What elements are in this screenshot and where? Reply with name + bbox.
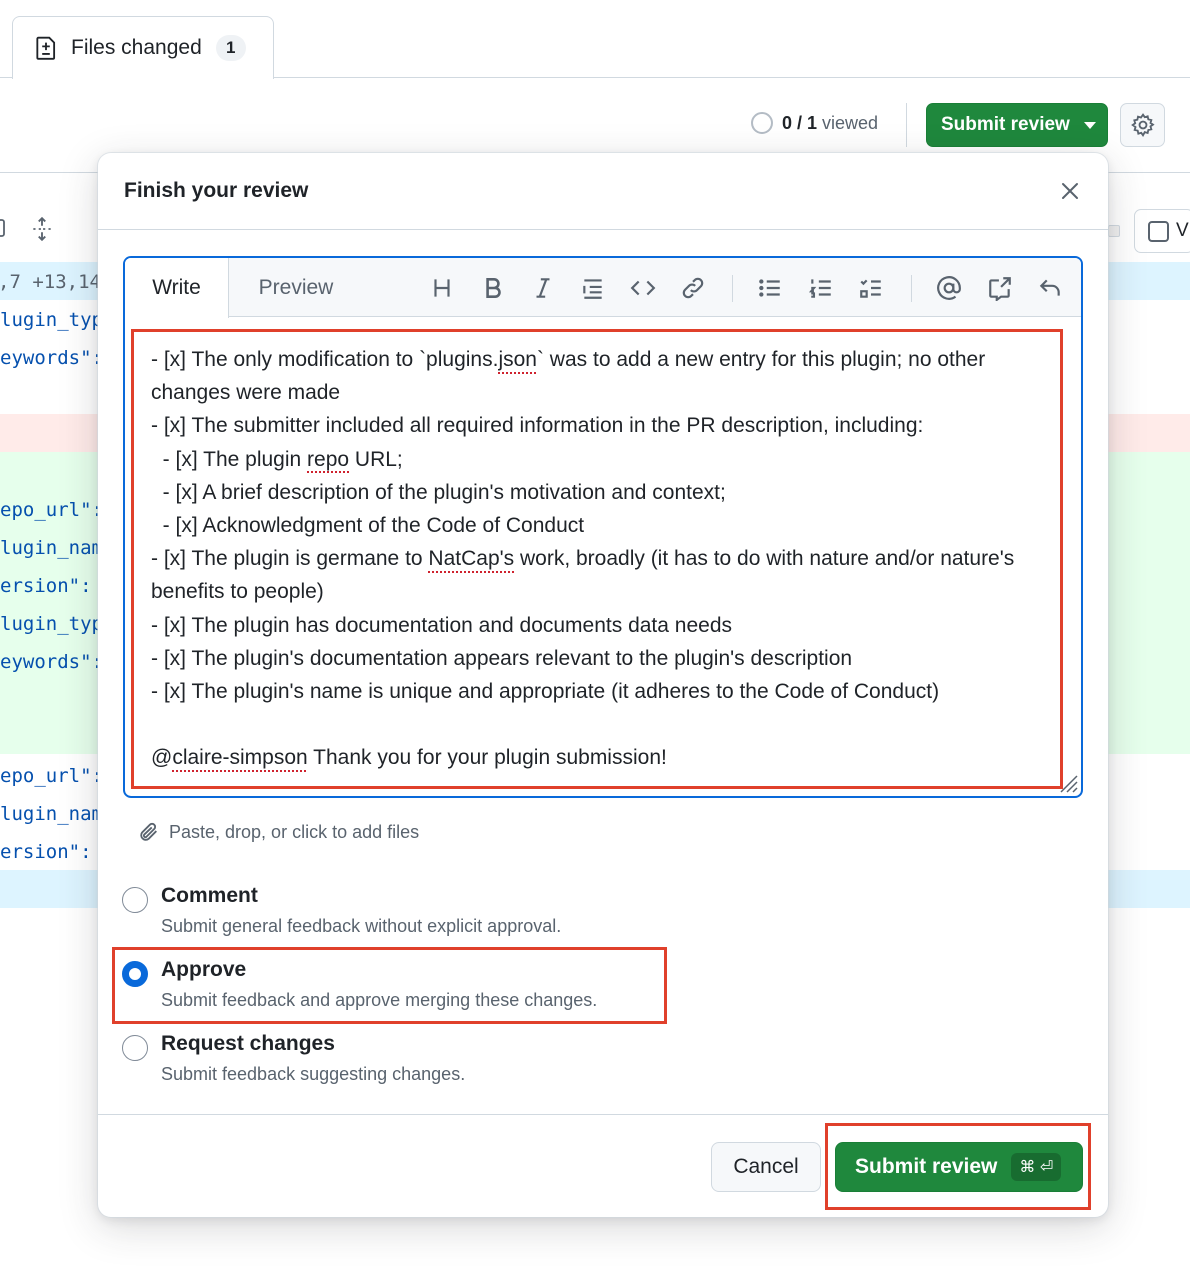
code-button[interactable]	[628, 273, 658, 303]
code-icon	[630, 280, 656, 296]
diff-line-text: lugin_nam	[0, 537, 103, 559]
diff-line-text: ersion":	[0, 575, 92, 597]
mention-icon	[937, 276, 961, 300]
viewed-progress[interactable]: 0 / 1 viewed	[751, 112, 878, 134]
diff-line-text: eywords":	[0, 347, 103, 369]
radio-request-changes[interactable]	[122, 1035, 148, 1061]
pr-tab-bar: Files changed 1	[0, 0, 1190, 79]
tab-preview[interactable]: Preview	[229, 258, 363, 318]
task-list-button[interactable]	[856, 273, 886, 303]
quote-button[interactable]	[578, 273, 608, 303]
caret-down-icon	[1083, 121, 1096, 129]
gear-icon	[1130, 113, 1155, 138]
resize-grip-icon[interactable]	[1056, 771, 1078, 793]
option-approve[interactable]: Approve Submit feedback and approve merg…	[122, 958, 597, 1011]
keyboard-shortcut-hint: ⌘ ⏎	[1011, 1153, 1062, 1181]
diff-line-text: lugin_typ	[0, 613, 103, 635]
viewed-label: viewed	[822, 112, 879, 133]
option-approve-label: Approve	[161, 958, 247, 981]
link-button[interactable]	[678, 273, 708, 303]
heading-icon	[434, 279, 450, 297]
option-request-changes-desc: Submit feedback suggesting changes.	[161, 1064, 466, 1084]
spellcheck-word: NatCap's	[428, 547, 515, 571]
diff-line-text: eywords":	[0, 651, 103, 673]
option-comment[interactable]: Comment Submit general feedback without …	[122, 884, 561, 937]
bold-button[interactable]	[478, 273, 508, 303]
italic-icon	[536, 278, 550, 298]
option-approve-desc: Submit feedback and approve merging thes…	[161, 990, 598, 1010]
toolbar-separator	[911, 275, 912, 302]
reference-button[interactable]	[985, 273, 1015, 303]
diff-line-text: lugin_typ	[0, 309, 103, 331]
undo-icon	[1039, 279, 1060, 296]
unordered-list-button[interactable]	[755, 273, 785, 303]
spellcheck-word: json	[498, 348, 537, 371]
option-request-changes[interactable]: Request changes Submit feedback suggesti…	[122, 1032, 465, 1085]
text-run: Thank you for your plugin submission!	[307, 746, 667, 770]
hunk-range: ,7 +13,14	[0, 271, 101, 293]
heading-button[interactable]	[427, 273, 457, 303]
option-request-changes-label: Request changes	[161, 1032, 335, 1055]
finish-review-dialog: Finish your review Write Preview - [x] T…	[98, 153, 1108, 1217]
diff-line-text: lugin_nam	[0, 803, 103, 825]
tab-files-changed-count: 1	[215, 35, 246, 61]
link-icon	[682, 277, 704, 299]
submit-review-label: Submit review	[855, 1155, 998, 1178]
editor-toolbar: Write Preview	[125, 258, 1081, 318]
comment-textarea[interactable]: - [x] The only modification to `plugins.…	[125, 318, 1081, 796]
submit-review-dropdown-label: Submit review	[941, 114, 1070, 135]
spellcheck-word: claire-simpson	[172, 746, 308, 770]
toolbar-separator	[732, 275, 733, 302]
viewed-checkbox[interactable]: V	[1134, 209, 1190, 253]
option-comment-label: Comment	[161, 884, 258, 907]
reference-icon	[989, 277, 1011, 301]
unfold-icon[interactable]	[29, 216, 55, 242]
progress-circle-icon	[751, 112, 773, 134]
attach-files-button[interactable]: Paste, drop, or click to add files	[138, 821, 419, 843]
submit-review-button[interactable]: Submit review ⌘ ⏎	[835, 1142, 1083, 1192]
undo-button[interactable]	[1035, 273, 1065, 303]
toolbar-divider	[906, 103, 907, 147]
spellcheck-word: repo	[307, 447, 350, 471]
ordered-list-button[interactable]	[806, 273, 836, 303]
copy-icon[interactable]	[0, 215, 12, 241]
file-diff-icon	[36, 36, 56, 60]
quote-icon	[583, 279, 602, 299]
comment-text[interactable]: - [x] The only modification to `plugins.…	[151, 343, 1051, 775]
diff-line-text: ersion":	[0, 841, 92, 863]
review-comment-editor: Write Preview - [x] The only modificatio…	[123, 256, 1083, 798]
diff-line-text: epo_url":	[0, 765, 103, 787]
x-icon	[1062, 183, 1078, 199]
ordered-list-icon	[808, 279, 831, 298]
viewed-count: 0 / 1	[782, 112, 818, 133]
tab-files-changed-label: Files changed	[71, 36, 202, 59]
unordered-list-icon	[759, 279, 780, 297]
close-dialog-button[interactable]	[1056, 177, 1084, 205]
tab-files-changed[interactable]: Files changed 1	[12, 16, 274, 79]
paperclip-icon	[140, 822, 157, 841]
dialog-footer-divider	[98, 1114, 1108, 1115]
task-list-icon	[860, 279, 881, 298]
viewed-checkbox-label: V	[1176, 220, 1189, 241]
diff-settings-button[interactable]	[1120, 103, 1165, 147]
radio-approve[interactable]	[122, 961, 148, 987]
text-run: work, broadly (it has to do with nature …	[151, 547, 1015, 770]
option-comment-desc: Submit general feedback without explicit…	[161, 916, 562, 936]
submit-review-dropdown-button[interactable]: Submit review	[926, 103, 1108, 147]
text-run: - [x] The only modification to `plugins.	[151, 348, 499, 371]
tab-write[interactable]: Write	[125, 258, 229, 318]
radio-comment[interactable]	[122, 887, 148, 913]
mention-button[interactable]	[934, 273, 964, 303]
checkbox-icon	[1148, 220, 1169, 242]
collapse-checkbox[interactable]	[1108, 225, 1120, 237]
dialog-title: Finish your review	[124, 179, 309, 202]
italic-button[interactable]	[528, 273, 558, 303]
attach-files-label: Paste, drop, or click to add files	[169, 821, 420, 842]
diff-line-text: epo_url":	[0, 499, 103, 521]
bold-icon	[486, 278, 501, 298]
cancel-button[interactable]: Cancel	[711, 1142, 821, 1192]
dialog-header: Finish your review	[98, 153, 1108, 230]
